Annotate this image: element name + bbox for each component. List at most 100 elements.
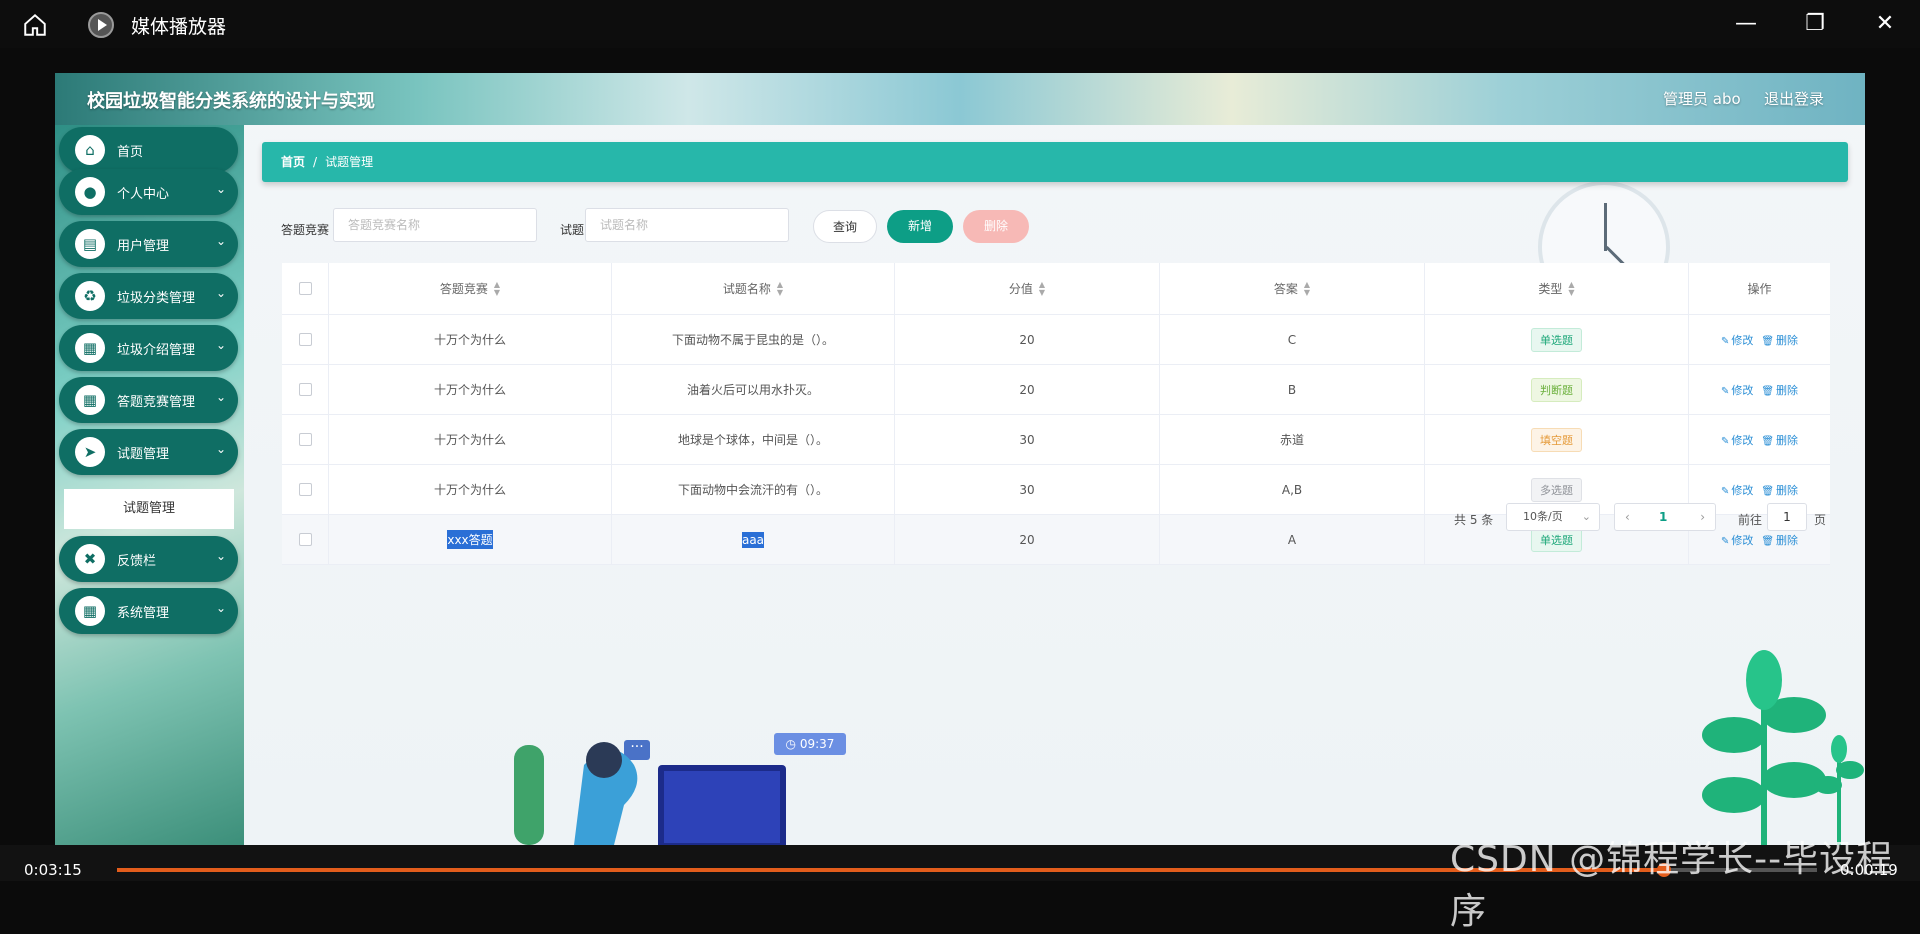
sidebar-item-users[interactable]: ▤ 用户管理 ⌄ — [59, 221, 238, 267]
worker-illustration — [514, 742, 786, 845]
cell-name: 下面动物中会流汗的有（）。 — [612, 465, 895, 514]
row-delete-button[interactable]: 🗑 删除 — [1761, 532, 1798, 548]
current-page[interactable]: 1 — [1659, 504, 1667, 530]
edit-button[interactable]: ✎ 修改 — [1721, 432, 1753, 448]
table-row: 十万个为什么 地球是个球体，中间是（）。 30 赤道 填空题 ✎ 修改 🗑 删除 — [282, 415, 1830, 465]
sidebar-item-competition[interactable]: ▦ 答题竞赛管理 ⌄ — [59, 377, 238, 423]
grid-icon: ▦ — [75, 333, 105, 363]
row-checkbox[interactable] — [298, 333, 312, 346]
next-page-icon[interactable]: › — [1700, 504, 1705, 530]
edit-icon: ✎ — [1720, 335, 1730, 347]
type-badge: 判断题 — [1531, 377, 1582, 402]
home-icon[interactable] — [22, 12, 48, 38]
chevron-down-icon: ⌄ — [215, 234, 226, 248]
trash-icon: 🗑 — [1761, 535, 1775, 547]
cell-answer: A,B — [1160, 465, 1425, 514]
competition-search-input[interactable]: 答题竞赛名称 — [333, 208, 537, 242]
edit-button[interactable]: ✎ 修改 — [1721, 382, 1753, 398]
question-search-input[interactable]: 试题名称 — [585, 208, 789, 242]
row-delete-button[interactable]: 🗑 删除 — [1761, 432, 1798, 448]
sidebar-item-label: 用户管理 — [117, 238, 170, 254]
submenu-item-questions[interactable]: 试题管理 — [64, 489, 234, 529]
competition-label: 答题竞赛 — [281, 223, 330, 237]
edit-button[interactable]: ✎ 修改 — [1721, 332, 1753, 348]
sidebar-item-label: 个人中心 — [117, 186, 170, 202]
chevron-down-icon: ⌄ — [215, 182, 226, 196]
sidebar-item-system[interactable]: ▦ 系统管理 ⌄ — [59, 588, 238, 634]
row-delete-button[interactable]: 🗑 删除 — [1761, 482, 1798, 498]
cell-competition: 十万个为什么 — [329, 415, 612, 464]
cell-competition: xxx答题 — [447, 530, 493, 549]
grid-icon: ▦ — [75, 596, 105, 626]
goto-page-input[interactable]: 1 — [1767, 503, 1807, 531]
cell-name: 地球是个球体，中间是（）。 — [612, 415, 895, 464]
column-header-score[interactable]: 分值 ▲ ▼ — [895, 263, 1160, 314]
briefcase-icon: ▤ — [75, 229, 105, 259]
add-button[interactable]: 新增 — [887, 210, 953, 243]
cell-competition: 十万个为什么 — [329, 465, 612, 514]
column-header-answer[interactable]: 答案 ▲ ▼ — [1160, 263, 1425, 314]
edit-icon: ✎ — [1720, 385, 1730, 397]
page-size-select[interactable]: 10条/页 ⌄ — [1506, 503, 1600, 531]
trash-icon: 🗑 — [1761, 335, 1775, 347]
edit-icon: ✎ — [1720, 485, 1730, 497]
logout-link[interactable]: 退出登录 — [1764, 88, 1824, 109]
query-button[interactable]: 查询 — [813, 210, 877, 243]
edit-icon: ✎ — [1720, 535, 1730, 547]
column-header-type[interactable]: 类型 ▲ ▼ — [1425, 263, 1689, 314]
column-header-actions: 操作 — [1747, 282, 1772, 296]
edit-icon: ✎ — [1720, 435, 1730, 447]
row-checkbox[interactable] — [298, 383, 312, 396]
minimize-icon: — — [1735, 11, 1757, 36]
page-suffix: 页 — [1814, 513, 1827, 527]
row-checkbox[interactable] — [298, 533, 312, 546]
edit-button[interactable]: ✎ 修改 — [1721, 482, 1753, 498]
sidebar-item-feedback[interactable]: ✖ 反馈栏 ⌄ — [59, 536, 238, 582]
sidebar-item-home[interactable]: ⌂ 首页 — [59, 127, 238, 173]
row-delete-button[interactable]: 🗑 删除 — [1761, 332, 1798, 348]
sidebar-item-garbage-intro[interactable]: ▦ 垃圾介绍管理 ⌄ — [59, 325, 238, 371]
maximize-icon: ❐ — [1805, 11, 1825, 36]
watermark: CSDN @锦程学长--毕设程序 — [1450, 839, 1894, 932]
chevron-down-icon: ⌄ — [215, 601, 226, 615]
sort-icon[interactable]: ▲ ▼ — [1039, 280, 1045, 297]
question-label: 试题 — [560, 223, 585, 237]
app-header: 校园垃圾智能分类系统的设计与实现 管理员 abo 退出登录 — [55, 73, 1865, 125]
sidebar-item-label: 反馈栏 — [117, 553, 157, 569]
maximize-button[interactable]: ❐ — [1800, 10, 1830, 38]
sidebar-item-garbage-category[interactable]: ♻ 垃圾分类管理 ⌄ — [59, 273, 238, 319]
prev-page-icon[interactable]: ‹ — [1625, 504, 1630, 530]
column-header-name[interactable]: 试题名称 ▲ ▼ — [612, 263, 895, 314]
type-badge: 多选题 — [1531, 477, 1582, 502]
edit-button[interactable]: ✎ 修改 — [1721, 532, 1753, 548]
goto-label: 前往 — [1738, 513, 1763, 527]
table-row: 十万个为什么 油着火后可以用水扑灭。 20 B 判断题 ✎ 修改 🗑 删除 — [282, 365, 1830, 415]
sidebar-item-label: 答题竞赛管理 — [117, 394, 196, 410]
grid-icon: ▦ — [75, 385, 105, 415]
delete-button[interactable]: 删除 — [963, 210, 1029, 243]
select-all-checkbox[interactable] — [298, 282, 312, 295]
close-button[interactable]: ✕ — [1870, 10, 1900, 38]
sort-icon[interactable]: ▲ ▼ — [777, 280, 783, 297]
app-title: 校园垃圾智能分类系统的设计与实现 — [87, 91, 375, 112]
cell-answer: B — [1160, 365, 1425, 414]
cell-score: 20 — [895, 365, 1160, 414]
breadcrumb-home[interactable]: 首页 — [281, 155, 305, 169]
sidebar-item-profile[interactable]: ● 个人中心 ⌄ — [59, 169, 238, 215]
sort-icon[interactable]: ▲ ▼ — [1568, 280, 1574, 297]
plant-small-illustration — [1814, 735, 1864, 845]
cell-score: 20 — [895, 515, 1160, 564]
pagination-nav: ‹ 1 › — [1614, 503, 1716, 531]
sidebar-item-questions[interactable]: ➤ 试题管理 ⌄ — [59, 429, 238, 475]
current-user: 管理员 abo — [1663, 90, 1741, 108]
breadcrumb-current: 试题管理 — [325, 155, 374, 169]
row-checkbox[interactable] — [298, 433, 312, 446]
ticket-icon: ✖ — [75, 544, 105, 574]
row-checkbox[interactable] — [298, 483, 312, 496]
row-delete-button[interactable]: 🗑 删除 — [1761, 382, 1798, 398]
minimize-button[interactable]: — — [1731, 10, 1761, 38]
sort-icon[interactable]: ▲ ▼ — [1304, 280, 1310, 297]
sort-icon[interactable]: ▲ ▼ — [494, 280, 500, 297]
column-header-competition[interactable]: 答题竞赛 ▲ ▼ — [329, 263, 612, 314]
recycle-icon: ♻ — [75, 281, 105, 311]
